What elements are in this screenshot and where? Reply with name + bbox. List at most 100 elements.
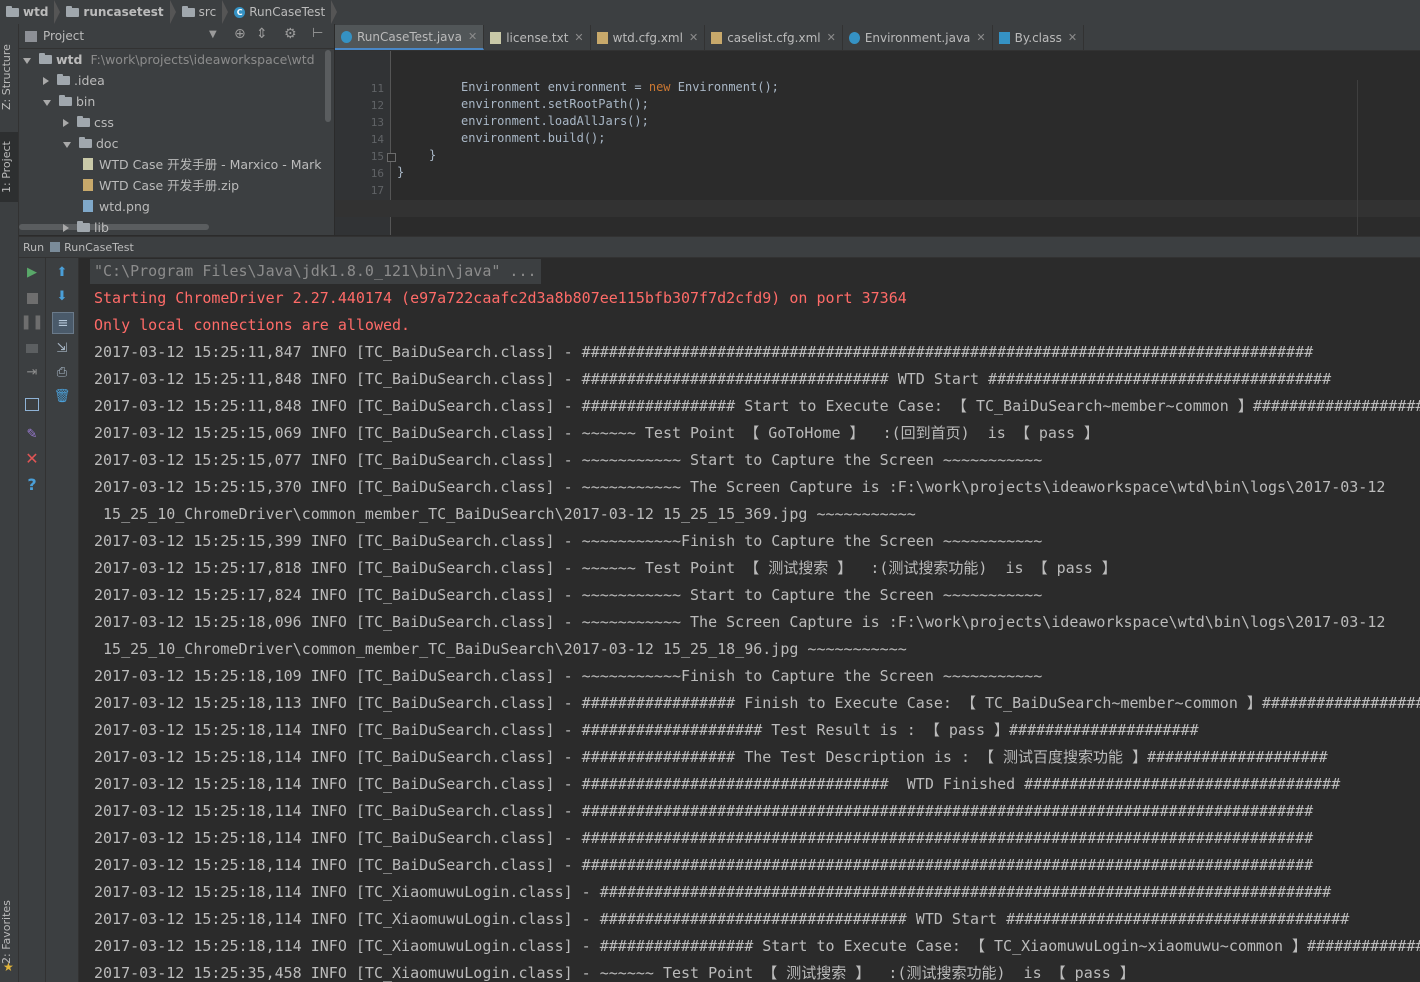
tree-root-wtd[interactable]: wtd F:\work\projects\ideaworkspace\wtd bbox=[23, 49, 315, 70]
editor-tab-label: By.class bbox=[1014, 30, 1062, 45]
print-icon[interactable]: ⎙ bbox=[54, 364, 70, 380]
close-tab-icon[interactable]: ✕ bbox=[827, 31, 836, 44]
editor-tab-label: license.txt bbox=[506, 30, 569, 45]
code-text: } bbox=[397, 165, 405, 179]
breadcrumb-item[interactable]: C RunCaseTest bbox=[228, 0, 329, 24]
close-tab-icon[interactable]: ✕ bbox=[1068, 31, 1077, 44]
editor-tab[interactable]: RunCaseTest.java ✕ bbox=[335, 25, 485, 50]
folder-icon bbox=[77, 221, 90, 232]
file-type-icon bbox=[998, 31, 1010, 44]
console-output[interactable]: "C:\Program Files\Java\jdk1.8.0_121\bin\… bbox=[79, 258, 1420, 982]
tree-item-label: css bbox=[94, 115, 114, 130]
tree-item[interactable]: WTD Case 开发手册 - Marxico - Mark bbox=[83, 154, 322, 175]
console-line: Only local connections are allowed. bbox=[94, 316, 411, 334]
module-folder-icon bbox=[39, 53, 52, 64]
console-line: 2017-03-12 15:25:18,109 INFO [TC_BaiDuSe… bbox=[94, 667, 1043, 685]
run-config-icon bbox=[50, 242, 61, 252]
tree-item[interactable]: doc bbox=[63, 133, 118, 154]
editor-tab[interactable]: caselist.cfg.xml ✕ bbox=[705, 25, 843, 50]
code-text: Environment environment = bbox=[461, 80, 649, 94]
exit-icon[interactable]: ⇥ bbox=[24, 364, 40, 380]
file-type-icon bbox=[848, 31, 860, 44]
expand-arrow-icon[interactable] bbox=[43, 100, 51, 106]
project-view-dropdown-icon[interactable]: ▼ bbox=[209, 29, 217, 40]
pause-icon[interactable]: ❚❚ bbox=[20, 314, 43, 330]
code-text: } bbox=[429, 148, 437, 162]
project-scrollbar[interactable] bbox=[325, 50, 331, 122]
close-tab-icon[interactable]: ✕ bbox=[574, 31, 583, 44]
down-arrow-icon[interactable]: ⬇ bbox=[54, 288, 70, 304]
editor-tab[interactable]: By.class ✕ bbox=[993, 25, 1085, 50]
console-line: 2017-03-12 15:25:18,096 INFO [TC_BaiDuSe… bbox=[94, 613, 1386, 631]
tree-item[interactable]: bin bbox=[43, 91, 95, 112]
console-line: 2017-03-12 15:25:15,077 INFO [TC_BaiDuSe… bbox=[94, 451, 1043, 469]
file-type-icon bbox=[341, 30, 352, 43]
project-panel: Project ▼ ⊕ ⇕ ⚙ ⊢ wtd F:\work\projects\i… bbox=[19, 24, 334, 235]
editor-tab[interactable]: wtd.cfg.xml ✕ bbox=[591, 25, 706, 50]
folder-icon bbox=[59, 95, 72, 106]
code-line: environment.build(); bbox=[461, 131, 606, 145]
class-icon: C bbox=[234, 6, 246, 18]
fold-marker-icon[interactable] bbox=[387, 153, 396, 162]
line-number: 12 bbox=[370, 99, 384, 112]
dump-threads-icon[interactable] bbox=[24, 340, 40, 356]
run-toolbar-secondary: ⬆ ⬇ ≡ ⇲ ⎙ 🗑 bbox=[46, 258, 79, 982]
close-tab-icon[interactable]: ✕ bbox=[468, 30, 477, 43]
collapse-arrow-icon[interactable] bbox=[63, 224, 69, 232]
hide-panel-icon[interactable]: ⊢ bbox=[312, 26, 323, 41]
breadcrumb-item[interactable]: wtd bbox=[0, 0, 52, 24]
layout-icon[interactable] bbox=[24, 396, 40, 412]
soft-wrap-icon[interactable]: ≡ bbox=[52, 312, 74, 334]
breadcrumb: wtd runcasetest src C RunCaseTest bbox=[0, 0, 1420, 25]
scroll-from-source-icon[interactable]: ⊕ bbox=[234, 26, 246, 42]
close-tab-icon[interactable]: ✕ bbox=[689, 31, 698, 44]
tree-item[interactable]: .idea bbox=[43, 70, 105, 91]
console-line: 2017-03-12 15:25:17,824 INFO [TC_BaiDuSe… bbox=[94, 586, 1043, 604]
tree-item-label: WTD Case 开发手册 - Marxico - Mark bbox=[99, 157, 322, 172]
console-line: 2017-03-12 15:25:15,399 INFO [TC_BaiDuSe… bbox=[94, 532, 1043, 550]
up-arrow-icon[interactable]: ⬆ bbox=[54, 264, 70, 280]
code-editor[interactable]: 1112131415161718 Environment environment… bbox=[335, 51, 1420, 235]
tree-item[interactable]: lib bbox=[63, 217, 109, 235]
pin-icon[interactable]: ✎ bbox=[24, 426, 40, 442]
gear-icon[interactable]: ⚙ bbox=[284, 26, 297, 42]
code-line: } bbox=[397, 165, 404, 179]
tree-item[interactable]: WTD Case 开发手册.zip bbox=[83, 175, 239, 196]
breadcrumb-item[interactable]: runcasetest bbox=[60, 0, 167, 24]
run-panel-header: Run RunCaseTest bbox=[19, 236, 1420, 258]
breadcrumb-item[interactable]: src bbox=[176, 0, 221, 24]
project-tool-tab[interactable]: 1: Project bbox=[0, 132, 18, 202]
collapse-arrow-icon[interactable] bbox=[63, 119, 69, 127]
close-tab-icon[interactable]: ✕ bbox=[976, 31, 985, 44]
editor-tab-label: RunCaseTest.java bbox=[357, 29, 462, 44]
expand-arrow-icon[interactable] bbox=[63, 142, 71, 148]
console-line: Starting ChromeDriver 2.27.440174 (e97a7… bbox=[94, 289, 907, 307]
star-icon: ★ bbox=[3, 960, 14, 974]
clear-all-icon[interactable]: 🗑 bbox=[54, 388, 71, 404]
collapse-arrow-icon[interactable] bbox=[43, 77, 49, 85]
editor-tab[interactable]: license.txt ✕ bbox=[484, 25, 591, 50]
run-panel-label: Run bbox=[23, 240, 45, 254]
code-text: Environment(); bbox=[670, 80, 779, 94]
editor-tab[interactable]: Environment.java ✕ bbox=[843, 25, 993, 50]
breadcrumb-label: src bbox=[198, 5, 217, 19]
tree-item[interactable]: css bbox=[63, 112, 114, 133]
help-icon[interactable]: ? bbox=[24, 475, 40, 494]
expand-arrow-icon[interactable] bbox=[23, 58, 31, 64]
scroll-to-end-icon[interactable]: ⇲ bbox=[54, 340, 70, 356]
console-line: 2017-03-12 15:25:18,114 INFO [TC_BaiDuSe… bbox=[94, 775, 1341, 793]
breadcrumb-label: RunCaseTest bbox=[249, 5, 326, 19]
close-icon[interactable]: ✕ bbox=[24, 449, 40, 468]
tree-item[interactable]: wtd.png bbox=[83, 196, 150, 217]
run-config-name[interactable]: RunCaseTest bbox=[64, 241, 134, 254]
stop-icon[interactable] bbox=[24, 290, 40, 306]
breadcrumb-label: runcasetest bbox=[83, 5, 164, 19]
rerun-icon[interactable]: ▶ bbox=[24, 264, 40, 280]
line-number: 17 bbox=[370, 184, 384, 197]
console-line: 2017-03-12 15:25:18,113 INFO [TC_BaiDuSe… bbox=[94, 694, 1420, 712]
file-file-icon bbox=[83, 158, 93, 170]
structure-tool-tab[interactable]: Z: Structure bbox=[0, 32, 18, 122]
project-horizontal-scrollbar[interactable] bbox=[19, 224, 209, 230]
collapse-all-icon[interactable]: ⇕ bbox=[256, 26, 268, 42]
console-line: 2017-03-12 15:25:15,370 INFO [TC_BaiDuSe… bbox=[94, 478, 1386, 496]
